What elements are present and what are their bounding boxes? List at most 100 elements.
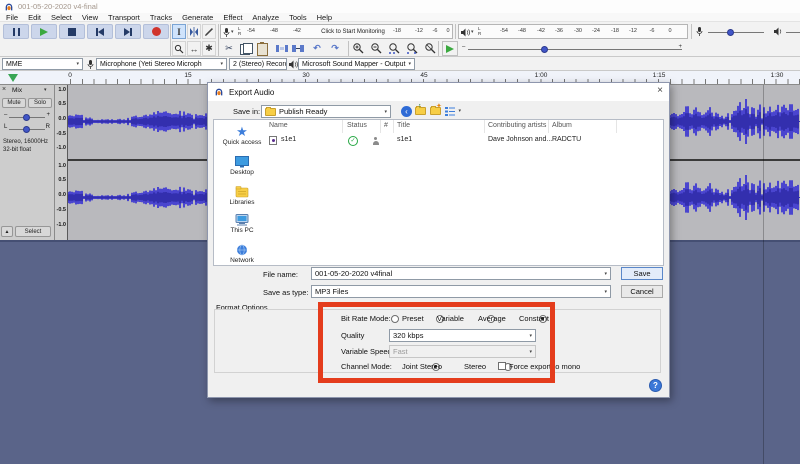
cancel-button[interactable]: Cancel (621, 285, 663, 298)
menu-item-transport[interactable]: Transport (108, 13, 140, 22)
recording-volume-slider[interactable] (694, 24, 768, 39)
zoom-tool-button[interactable] (172, 41, 186, 56)
menu-item-help[interactable]: Help (317, 13, 332, 22)
sidebar-item-this-pc[interactable]: This PC (216, 214, 268, 234)
dialog-close-icon[interactable]: × (657, 85, 663, 96)
undo-icon: ↶ (313, 43, 321, 54)
menu-item-file[interactable]: File (6, 13, 18, 22)
pause-button[interactable] (3, 24, 29, 39)
timeshift-tool-button[interactable]: ↔ (187, 41, 201, 56)
multi-tool-button[interactable]: ✱ (202, 41, 216, 56)
draw-tool-button[interactable] (202, 24, 216, 39)
menu-item-effect[interactable]: Effect (223, 13, 242, 22)
zoom-out-button[interactable] (370, 42, 382, 54)
column-header-album[interactable]: Album (552, 122, 572, 129)
device-toolbar: MME▾ Microphone (Yeti Stereo Microph▾ 2 … (0, 57, 800, 71)
zoom-fit-button[interactable] (406, 42, 418, 54)
zoom-toggle-button[interactable] (424, 42, 436, 54)
file-row-title[interactable]: s1e1 (397, 136, 412, 143)
audio-host-select[interactable]: MME▾ (2, 58, 83, 70)
recording-meter[interactable]: ▾ L R -54 -48 -42 Click to Start Monitor… (220, 24, 453, 39)
solo-button[interactable]: Solo (28, 98, 52, 108)
menu-item-generate[interactable]: Generate (182, 13, 213, 22)
play-button[interactable] (31, 24, 57, 39)
undo-button[interactable]: ↶ (310, 41, 324, 56)
zoom-in-button[interactable] (352, 42, 364, 54)
window-edge-line (763, 85, 764, 464)
sidebar-item-quick-access[interactable]: ★ Quick access (216, 125, 268, 146)
gain-slider[interactable]: – + (4, 112, 50, 122)
new-folder-button[interactable]: ✦ (430, 107, 441, 117)
views-menu-button[interactable]: ▾ (445, 107, 455, 116)
file-row-artists[interactable]: Dave Johnson and... (488, 136, 552, 143)
play-speed-slider[interactable]: – + (462, 41, 688, 56)
track-close-icon[interactable]: × (2, 86, 6, 93)
pan-slider[interactable]: L R (4, 124, 50, 134)
file-name-input[interactable]: 001-05-20-2020 v4final ▾ (311, 267, 611, 280)
playback-meter[interactable]: ▾ L R -54 -48 -42 -36 -30 -24 -18 -12 -6… (458, 24, 688, 39)
silence-audio-button[interactable] (292, 43, 304, 54)
sidebar-item-libraries[interactable]: Libraries (216, 186, 268, 206)
cut-button[interactable]: ✂ (222, 41, 236, 56)
skip-to-start-button[interactable] (87, 24, 113, 39)
menu-item-view[interactable]: View (82, 13, 98, 22)
playback-device-select[interactable]: Microsoft Sound Mapper - Output▾ (298, 58, 415, 70)
mute-button[interactable]: Mute (2, 98, 26, 108)
back-button[interactable]: ‹ (401, 106, 412, 117)
up-one-level-button[interactable]: ↑ (415, 107, 426, 117)
stop-button[interactable] (59, 24, 85, 39)
ruler-label: 1:15 (653, 72, 666, 79)
sidebar-item-desktop[interactable]: Desktop (216, 156, 268, 176)
magnifier-icon (174, 44, 184, 54)
monitor-text[interactable]: Click to Start Monitoring (321, 29, 385, 35)
menu-item-select[interactable]: Select (51, 13, 72, 22)
trim-audio-button[interactable] (276, 43, 288, 54)
record-button[interactable] (143, 24, 169, 39)
toolbar-divider (348, 41, 349, 56)
save-in-select[interactable]: Publish Ready ▾ (261, 105, 391, 118)
redo-button[interactable]: ↷ (328, 41, 342, 56)
timeline-pin-icon[interactable] (8, 74, 18, 82)
column-header-title[interactable]: Title (397, 122, 410, 129)
envelope-tool-button[interactable] (187, 24, 201, 39)
skip-start-icon (96, 28, 104, 36)
file-row-album[interactable]: RADCTU (552, 136, 581, 143)
save-button[interactable]: Save (621, 267, 663, 280)
star-icon: ★ (236, 124, 248, 139)
collapse-icon: ▲ (5, 229, 10, 235)
save-as-type-select[interactable]: MP3 Files ▾ (311, 285, 611, 298)
vertical-scale-ruler[interactable]: 1.0 0.5 0.0 -0.5 -1.0 1.0 0.5 0.0 -0.5 -… (55, 85, 68, 240)
paste-button[interactable] (257, 43, 268, 56)
help-button[interactable]: ? (649, 379, 662, 392)
rec-tick: -12 (415, 28, 423, 34)
column-header-name[interactable]: Name (269, 122, 288, 129)
column-header-artists[interactable]: Contributing artists (488, 122, 546, 129)
selection-tool-button[interactable]: I (172, 24, 186, 39)
file-row-name[interactable]: s1e1 (281, 136, 296, 143)
track-menu-icon[interactable]: ▾ (44, 87, 47, 93)
rec-tick: -54 (247, 28, 255, 34)
copy-button[interactable] (240, 44, 250, 55)
menu-item-edit[interactable]: Edit (28, 13, 41, 22)
collapse-track-button[interactable]: ▲ (1, 226, 13, 237)
recording-channels-select[interactable]: 2 (Stereo) Recording Cha▾ (229, 58, 287, 70)
track-name[interactable]: Mix (12, 87, 22, 94)
recording-device-select[interactable]: Microphone (Yeti Stereo Microph▾ (96, 58, 227, 70)
slider-thumb[interactable] (541, 46, 548, 53)
audacity-logo-icon (4, 2, 14, 12)
playback-volume-slider[interactable] (772, 24, 800, 39)
sidebar-item-network[interactable]: Network (216, 244, 268, 264)
slider-thumb[interactable] (23, 126, 30, 133)
menu-item-tools[interactable]: Tools (289, 13, 307, 22)
column-header-number[interactable]: # (384, 122, 388, 129)
column-header-status[interactable]: Status (347, 122, 367, 129)
skip-to-end-button[interactable] (115, 24, 141, 39)
slider-thumb[interactable] (23, 114, 30, 121)
slider-thumb[interactable] (727, 29, 734, 36)
zoom-selection-button[interactable] (388, 42, 400, 54)
menu-item-analyze[interactable]: Analyze (252, 13, 279, 22)
rec-tick: -48 (270, 28, 278, 34)
track-select-button[interactable]: Select (15, 226, 51, 237)
menu-item-tracks[interactable]: Tracks (150, 13, 172, 22)
play-at-speed-button[interactable] (442, 41, 458, 56)
